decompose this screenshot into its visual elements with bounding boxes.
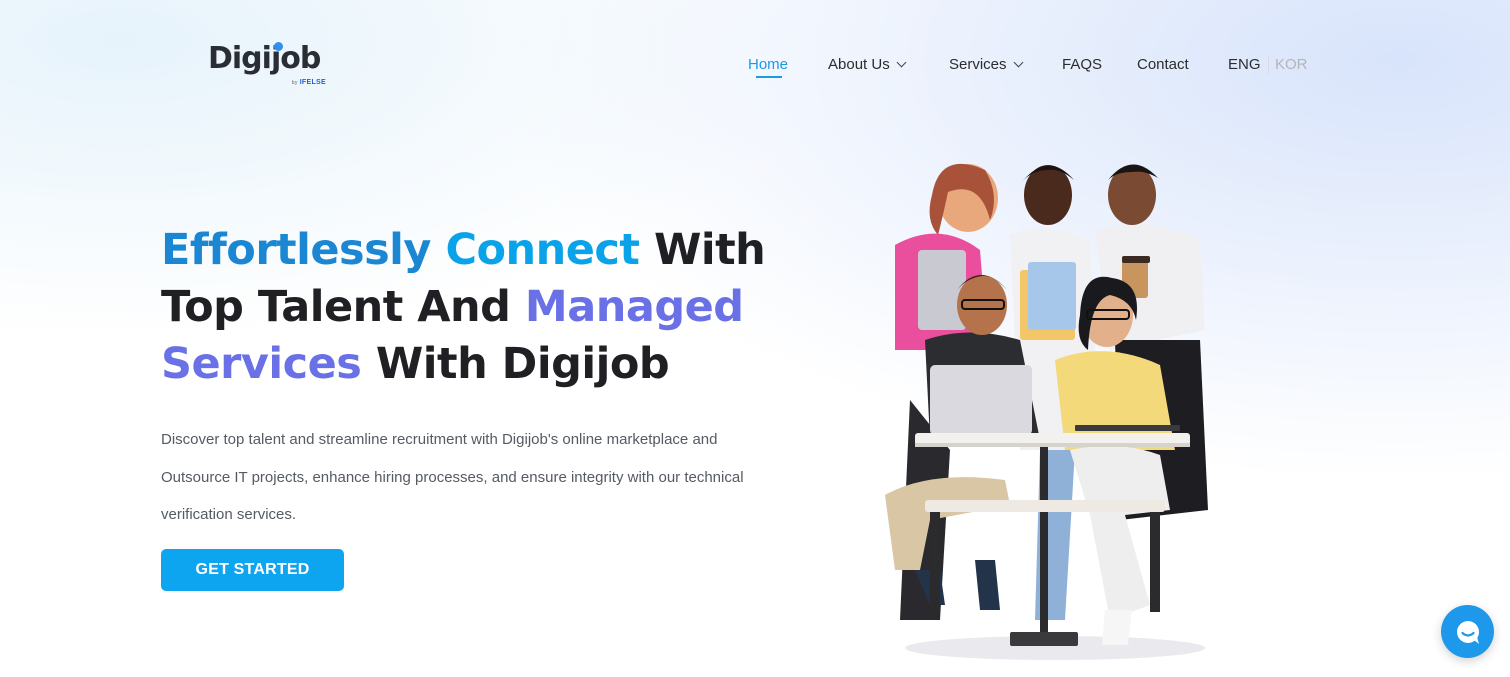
chevron-down-icon: [896, 57, 907, 68]
nav-home[interactable]: Home: [748, 55, 789, 78]
headline-services: Services: [161, 339, 362, 389]
lang-eng-label: ENG: [1228, 56, 1261, 73]
logo-text: Digijob: [208, 41, 321, 76]
lang-eng[interactable]: ENG: [1228, 55, 1261, 75]
chevron-down-icon: [1013, 57, 1023, 68]
nav-about-us[interactable]: About Us: [828, 55, 907, 75]
nav-services-label: Services: [949, 56, 1007, 73]
get-started-button[interactable]: GET STARTED: [161, 549, 344, 591]
language-divider: [1268, 56, 1269, 74]
nav-faqs-label: FAQS: [1062, 56, 1103, 73]
headline-effortlessly: Effortlessly: [161, 225, 431, 275]
logo-sub-brand: IFELSE: [299, 79, 326, 86]
headline-with-digijob: With Digijob: [375, 339, 670, 389]
lang-kor[interactable]: KOR: [1275, 55, 1308, 75]
chat-bubble-icon: [1456, 620, 1479, 644]
logo[interactable]: Digijob by IFELSE: [208, 41, 330, 90]
nav-contact[interactable]: Contact: [1137, 55, 1189, 75]
nav-home-label: Home: [748, 56, 789, 73]
chat-button[interactable]: [1441, 605, 1494, 658]
logo-sub-prefix: by: [291, 80, 298, 86]
headline-connect: Connect: [445, 225, 640, 275]
lang-kor-label: KOR: [1275, 56, 1308, 73]
team-people-illustration: [870, 150, 1240, 665]
logo-subtitle: by IFELSE: [292, 79, 326, 86]
nav-about-label: About Us: [828, 56, 890, 73]
logo-dot-icon: [274, 42, 283, 51]
headline-managed: Managed: [524, 282, 744, 332]
nav-services[interactable]: Services: [949, 55, 1023, 75]
nav-contact-label: Contact: [1137, 56, 1189, 73]
hero-headline: Effortlessly Connect With Top Talent And…: [161, 222, 781, 393]
hero-description: Discover top talent and streamline recru…: [161, 431, 744, 523]
nav-active-indicator: [756, 76, 782, 78]
nav-faqs[interactable]: FAQS: [1062, 55, 1102, 75]
